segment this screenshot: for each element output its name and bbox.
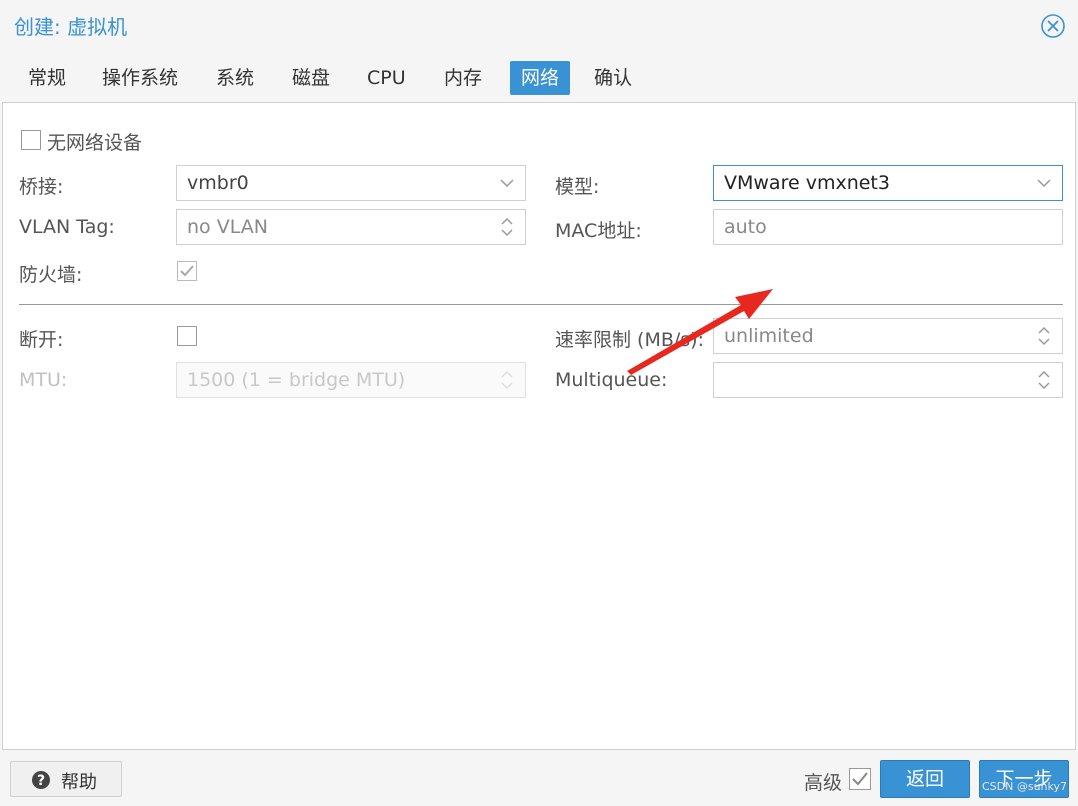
firewall-label: 防火墙: (19, 264, 83, 286)
checkmark-icon (180, 265, 194, 277)
disconnect-label: 断开: (19, 329, 64, 351)
checkmark-icon (852, 772, 868, 786)
help-icon: ? (32, 771, 50, 789)
disconnect-checkbox[interactable] (177, 326, 197, 346)
advanced-checkbox[interactable] (849, 768, 871, 790)
dialog-footer: ? 帮助 高级 返回 下一步 CSDN @sunky7 (0, 752, 1078, 806)
advanced-label: 高级 (804, 772, 843, 794)
mtu-value: 1500 (1 = bridge MTU) (187, 369, 406, 391)
model-label: 模型: (555, 176, 600, 198)
tab-memory[interactable]: 内存 (438, 61, 488, 95)
tab-disk[interactable]: 磁盘 (286, 61, 336, 95)
svg-text:?: ? (37, 773, 45, 789)
help-button-label: 帮助 (61, 772, 97, 793)
chevron-down-icon (500, 179, 514, 188)
create-vm-dialog: 创建: 虚拟机 常规 操作系统 系统 磁盘 CPU 内存 网络 确认 无网络设备… (0, 0, 1078, 806)
tab-cpu[interactable]: CPU (361, 61, 412, 95)
spinner-updown-icon (501, 370, 513, 390)
network-form-panel: 无网络设备 桥接: vmbr0 模型: VMware vmxnet3 VLAN … (2, 102, 1076, 750)
watermark: CSDN @sunky7 (982, 780, 1068, 793)
spinner-updown-icon[interactable] (1036, 369, 1052, 391)
close-icon[interactable] (1040, 13, 1066, 39)
mtu-spinner: 1500 (1 = bridge MTU) (176, 362, 526, 398)
model-value: VMware vmxnet3 (724, 172, 890, 194)
help-button[interactable]: ? 帮助 (10, 761, 122, 797)
firewall-checkbox[interactable] (177, 261, 197, 281)
spinner-updown-icon[interactable] (499, 216, 515, 238)
mtu-label: MTU: (19, 369, 68, 391)
tab-confirm[interactable]: 确认 (588, 61, 638, 95)
back-button[interactable]: 返回 (880, 760, 970, 798)
bridge-select[interactable]: vmbr0 (176, 165, 526, 201)
chevron-down-icon (1037, 179, 1051, 188)
bridge-label: 桥接: (19, 176, 64, 198)
mac-address-label: MAC地址: (555, 220, 642, 242)
vlan-tag-label: VLAN Tag: (19, 216, 115, 238)
tab-general[interactable]: 常规 (22, 61, 72, 95)
mac-address-value: auto (724, 216, 767, 238)
wizard-tabs: 常规 操作系统 系统 磁盘 CPU 内存 网络 确认 (0, 58, 1078, 98)
tab-network[interactable]: 网络 (510, 61, 570, 95)
model-select[interactable]: VMware vmxnet3 (713, 165, 1063, 201)
bridge-value: vmbr0 (187, 172, 249, 194)
tab-system[interactable]: 系统 (210, 61, 260, 95)
vlan-tag-value: no VLAN (187, 216, 268, 238)
dialog-title: 创建: 虚拟机 (14, 15, 128, 39)
no-network-device-checkbox[interactable] (21, 130, 41, 150)
annotation-arrow-icon (627, 289, 773, 375)
spinner-updown-icon[interactable] (1036, 325, 1052, 347)
no-network-device-label: 无网络设备 (47, 132, 143, 154)
tab-os[interactable]: 操作系统 (96, 61, 184, 95)
mac-address-input[interactable]: auto (713, 209, 1063, 245)
vlan-tag-spinner[interactable]: no VLAN (176, 209, 526, 245)
advanced-divider (19, 304, 1063, 305)
title-bar: 创建: 虚拟机 (0, 0, 1078, 52)
